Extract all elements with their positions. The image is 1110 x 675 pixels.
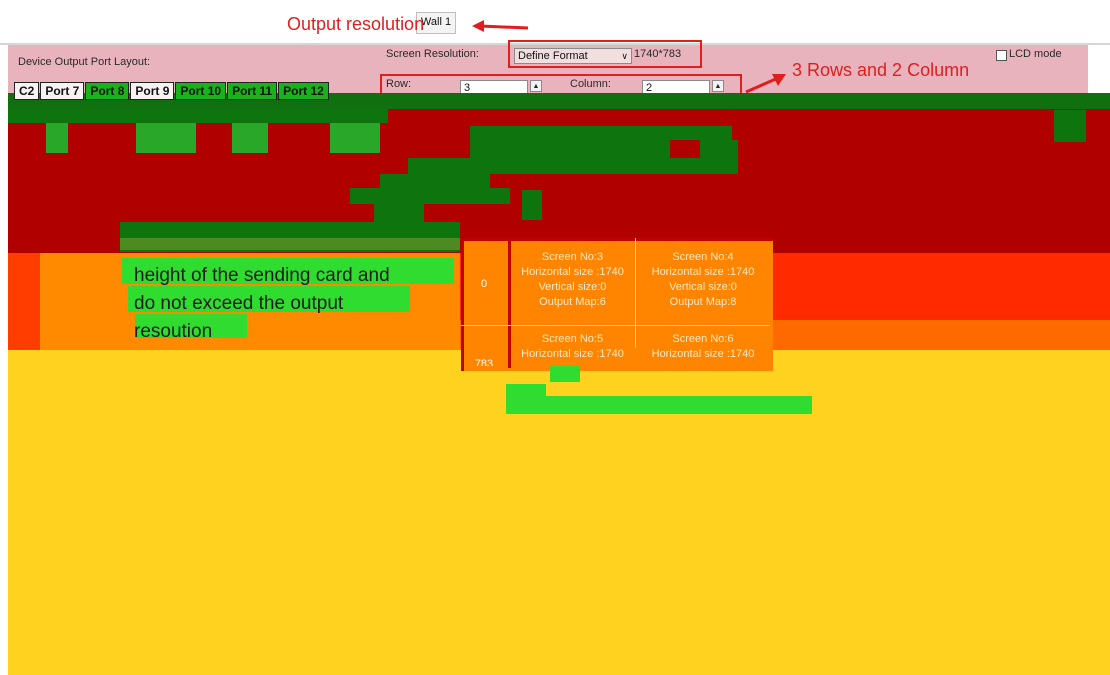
screen-horizontal-size: Horizontal size :1740 bbox=[521, 348, 624, 360]
port-layout-label: Device Output Port Layout: bbox=[18, 56, 151, 68]
screen-horizontal-size: Horizontal size :1740 bbox=[521, 266, 624, 278]
port-tab[interactable]: Port 12 bbox=[278, 82, 329, 100]
row-label: Row: bbox=[386, 78, 412, 90]
lcd-mode-checkbox[interactable] bbox=[996, 50, 1007, 61]
screen-cell[interactable]: Screen No:3 Horizontal size :1740 Vertic… bbox=[510, 250, 635, 310]
screen-output-map: Output Map:8 bbox=[669, 296, 737, 308]
canvas-block bbox=[506, 396, 812, 414]
screen-number: Screen No:6 bbox=[672, 333, 734, 345]
canvas-block bbox=[374, 204, 424, 224]
canvas-block bbox=[506, 384, 546, 398]
grid-row-label: 783 bbox=[474, 358, 494, 366]
canvas-block bbox=[470, 126, 732, 140]
lower-region-left bbox=[8, 253, 40, 363]
chevron-down-icon: ∨ bbox=[621, 51, 628, 61]
screen-vertical-size: Vertical size:0 bbox=[538, 281, 607, 293]
annotation-note: height of the sending card and do not ex… bbox=[134, 265, 390, 342]
port-tab[interactable]: Port 7 bbox=[40, 82, 85, 100]
top-strip bbox=[0, 0, 1110, 44]
port-tab[interactable]: Port 11 bbox=[227, 82, 278, 100]
port-tab[interactable]: C2 bbox=[14, 82, 40, 100]
canvas-block bbox=[120, 238, 460, 250]
screen-horizontal-size: Horizontal size :1740 bbox=[651, 266, 755, 278]
port-tab[interactable]: Port 8 bbox=[85, 82, 130, 100]
port-tabs: C2 Port 7 Port 8 Port 9 Port 10 Port 11 … bbox=[14, 82, 330, 100]
column-stepper[interactable]: ▲ bbox=[712, 80, 724, 92]
screen-resolution-label: Screen Resolution: bbox=[386, 48, 479, 60]
screen-cell[interactable]: Screen No:5 Horizontal size :1740 bbox=[510, 332, 635, 364]
resolution-value: 1740*783 bbox=[634, 48, 682, 60]
port-tab[interactable]: Port 9 bbox=[130, 82, 175, 100]
canvas-block bbox=[1054, 110, 1086, 142]
screen-cell[interactable]: Screen No:4 Horizontal size :1740 Vertic… bbox=[636, 250, 770, 310]
screen-vertical-size: Vertical size:0 bbox=[669, 281, 737, 293]
lcd-mode-label: LCD mode bbox=[1009, 48, 1062, 60]
canvas-block bbox=[522, 190, 542, 220]
row-stepper[interactable]: ▲ bbox=[530, 80, 542, 92]
column-input[interactable]: 2 bbox=[642, 80, 710, 94]
canvas-block bbox=[330, 123, 380, 153]
canvas-block bbox=[232, 123, 268, 153]
grid-row-divider bbox=[461, 325, 770, 326]
canvas-block bbox=[46, 123, 68, 153]
grid-row-label: 0 bbox=[480, 278, 488, 290]
canvas-block bbox=[8, 109, 388, 123]
format-select[interactable]: Define Format ∨ bbox=[514, 48, 632, 64]
screen-number: Screen No:5 bbox=[541, 333, 604, 345]
canvas-block bbox=[470, 140, 670, 158]
column-label: Column: bbox=[570, 78, 611, 90]
canvas-block bbox=[700, 140, 738, 158]
annotation-arrow-left-icon bbox=[472, 20, 529, 32]
screen-output-map: Output Map:6 bbox=[539, 296, 606, 308]
canvas-block bbox=[550, 366, 580, 382]
screen-cell[interactable]: Screen No:6 Horizontal size :1740 bbox=[636, 332, 770, 364]
canvas-block bbox=[408, 158, 738, 174]
canvas-block bbox=[136, 123, 196, 153]
annotation-output-resolution: Output resolution bbox=[287, 14, 425, 34]
screen-number: Screen No:4 bbox=[672, 251, 734, 263]
screen-number: Screen No:3 bbox=[541, 251, 604, 263]
format-select-value: Define Format bbox=[518, 50, 588, 62]
canvas-block bbox=[350, 188, 510, 204]
port-tab[interactable]: Port 10 bbox=[175, 82, 227, 100]
row-input[interactable]: 3 bbox=[460, 80, 528, 94]
screen-horizontal-size: Horizontal size :1740 bbox=[651, 348, 755, 360]
annotation-rows-columns: 3 Rows and 2 Column bbox=[792, 60, 970, 80]
